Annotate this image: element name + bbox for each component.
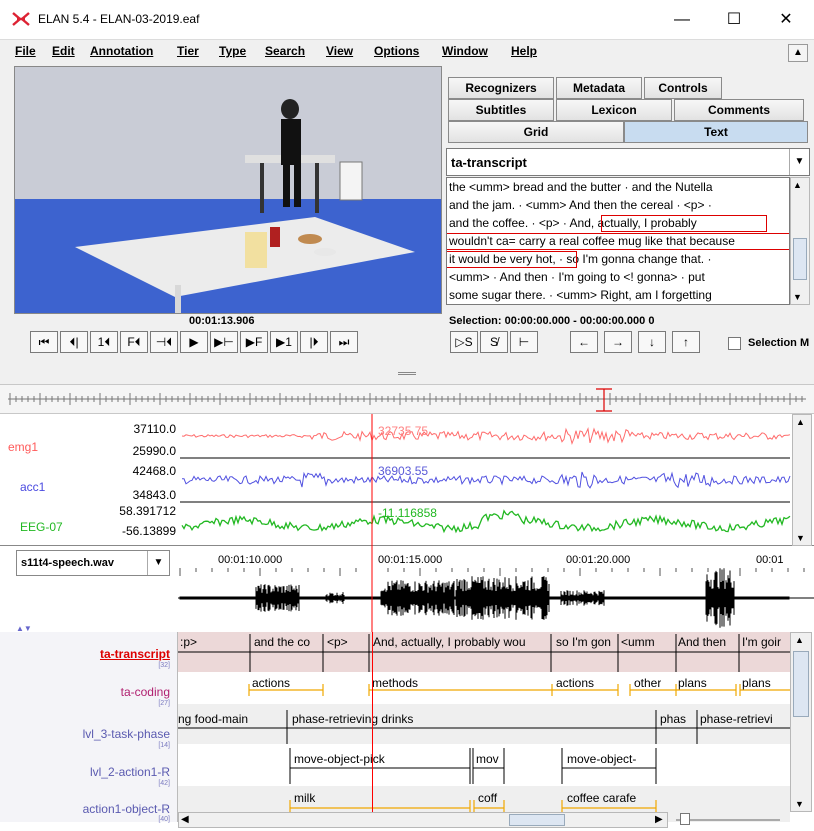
transcript-line: and the jam. · <umm> And then the cereal… [449,198,712,212]
signal-scrollbar[interactable]: ▲ ▼ [792,414,812,546]
tier-boundaries [289,748,657,784]
maximize-button[interactable]: ☐ [712,8,756,32]
play-button[interactable]: ▶ [180,331,208,353]
title-bar: ELAN 5.4 - ELAN-03-2019.eaf — ☐ ✕ [0,0,814,40]
menu-edit[interactable]: Edit [52,44,75,58]
tiers-scrollbar[interactable]: ▲ ▼ [790,632,812,812]
overview-ruler [8,388,806,412]
selection-readout: Selection: 00:00:00.000 - 00:00:00.000 0 [449,315,655,327]
play-selection-button[interactable]: ▷S [450,331,478,353]
close-button[interactable]: ✕ [764,8,808,32]
menu-view[interactable]: View [326,44,353,58]
current-annotation-highlight [601,215,767,232]
splitter-handle[interactable] [398,372,416,375]
tab-subtitles[interactable]: Subtitles [448,99,554,121]
timeline-overview[interactable] [0,384,814,414]
menu-tier[interactable]: Tier [177,44,199,58]
menu-options[interactable]: Options [374,44,419,58]
tab-metadata[interactable]: Metadata [556,77,642,99]
tier-select-value: ta-transcript [451,155,527,170]
tab-recognizers[interactable]: Recognizers [448,77,554,99]
tier-boundaries [178,710,790,744]
toggle-crosshair-button[interactable]: ⊢ [510,331,538,353]
horizontal-scrollbar[interactable]: ◀ ▶ [178,812,668,828]
crosshair-line [372,632,373,822]
timeseries-viewer[interactable]: emg1 37110.0 25990.0 acc1 42468.0 34843.… [0,414,814,546]
annotation-left-button[interactable]: ← [570,331,598,353]
signal-cursor-value: -11.116858 [378,506,437,520]
current-annotation-highlight [447,251,577,268]
transcript-line: the <umm> bread and the butter · and the… [449,180,713,194]
scroll-down-icon[interactable]: ▼ [793,292,802,302]
menu-bar: File Edit Annotation Tier Type Search Vi… [0,40,814,64]
tab-controls[interactable]: Controls [644,77,722,99]
scroll-right-icon[interactable]: ▶ [655,814,663,825]
previous-pixel-button[interactable]: 1⏴ [90,331,118,353]
previous-scrollview-button[interactable]: ⏴| [60,331,88,353]
tab-comments[interactable]: Comments [674,99,804,121]
menu-file[interactable]: File [15,44,36,58]
transcript-scrollbar[interactable]: ▲ ▼ [790,177,810,305]
tier-boundaries [248,684,790,696]
next-second-button[interactable]: ▶⊢ [210,331,238,353]
menu-annotation[interactable]: Annotation [90,44,153,58]
next-frame-button[interactable]: ▶F [240,331,268,353]
go-to-begin-button[interactable]: ⏮ [30,331,58,353]
scroll-left-icon[interactable]: ◀ [181,814,189,825]
elan-app-icon [12,12,30,26]
slider-track [676,819,780,821]
tier-boundaries [178,634,790,672]
window-title: ELAN 5.4 - ELAN-03-2019.eaf [38,12,200,26]
minimize-button[interactable]: — [660,8,704,32]
tier-select[interactable]: ta-transcript ▼ [446,148,810,176]
selection-mode-checkbox[interactable] [728,337,741,350]
tab-lexicon[interactable]: Lexicon [556,99,672,121]
current-annotation-highlight [447,233,789,250]
previous-frame-button[interactable]: F⏴ [120,331,148,353]
scroll-down-icon[interactable]: ▼ [796,533,805,543]
menu-type[interactable]: Type [219,44,246,58]
zoom-slider[interactable] [676,813,780,825]
clear-selection-button[interactable]: S̸ [480,331,508,353]
scroll-up-button[interactable]: ▲ [788,44,808,62]
waveform-viewer[interactable]: s11t4-speech.wav ▼ 00:01:10.000 00:01:15… [0,546,814,633]
waveform [178,546,814,632]
tier-up-button[interactable]: ↑ [672,331,700,353]
video-frame [15,67,441,313]
scroll-thumb[interactable] [793,651,809,717]
tier-down-button[interactable]: ↓ [638,331,666,353]
scroll-thumb[interactable] [793,238,807,280]
menu-window[interactable]: Window [442,44,488,58]
previous-second-button[interactable]: ⊣⏴ [150,331,178,353]
selection-mode-label: Selection M [748,337,810,349]
tab-text[interactable]: Text [624,121,808,143]
next-pixel-button[interactable]: ▶1 [270,331,298,353]
video-viewer[interactable] [14,66,442,314]
scroll-up-icon[interactable]: ▲ [796,417,805,427]
transcript-line: <umm> · And then · I'm going to <! gonna… [449,270,705,284]
signal-cursor-value: 36903.55 [378,464,429,478]
scroll-down-icon[interactable]: ▼ [795,799,804,809]
slider-thumb[interactable] [680,813,690,825]
annotation-right-button[interactable]: → [604,331,632,353]
transcript-line: some sugar there. · <umm> Right, am I fo… [449,288,712,302]
menu-search[interactable]: Search [265,44,305,58]
transcript-text-area[interactable]: the <umm> bread and the butter · and the… [446,177,790,305]
go-to-end-button[interactable]: ⏭ [330,331,358,353]
menu-help[interactable]: Help [511,44,537,58]
scroll-thumb[interactable] [509,814,565,826]
scroll-up-icon[interactable]: ▲ [795,635,804,645]
tab-grid[interactable]: Grid [448,121,624,143]
chevron-down-icon[interactable]: ▼ [789,149,809,175]
signal-cursor-value: 32735.75 [378,424,429,438]
media-time: 00:01:13.906 [189,315,255,327]
scroll-up-icon[interactable]: ▲ [793,180,802,190]
next-scrollview-button[interactable]: |⏵ [300,331,328,353]
annotation-tiers[interactable]: ta-transcript [32] ta-coding [27] lvl_3-… [0,632,814,831]
